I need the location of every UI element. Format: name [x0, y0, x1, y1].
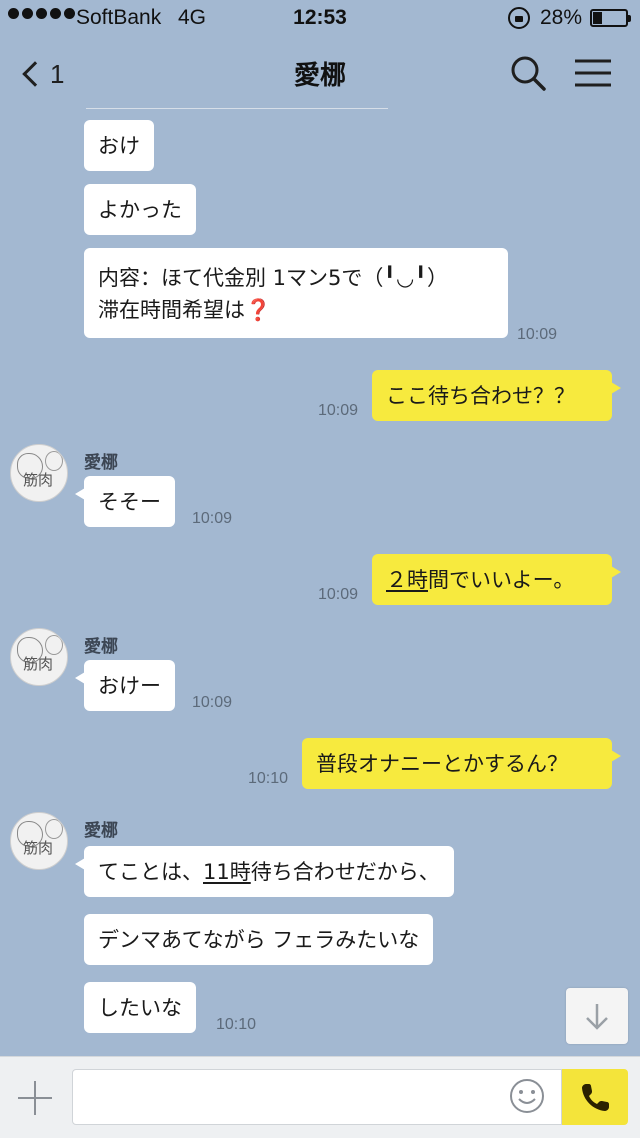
- scroll-down-arrow-icon: [586, 1004, 608, 1030]
- status-bar: SoftBank 4G 12:53 28%: [0, 0, 640, 36]
- my-message-bubble[interactable]: ２時間でいいよー。: [372, 554, 621, 605]
- chat-header: 1 愛梛: [0, 36, 640, 110]
- message-text: ここ待ち合わせ？？: [386, 384, 575, 408]
- phone-icon: [582, 1084, 609, 1111]
- message-time: 10:10: [216, 1016, 257, 1033]
- message-text: 滞在時間希望は❓: [98, 294, 494, 326]
- avatar-face-icon: [45, 635, 63, 655]
- underlined-text[interactable]: 11時: [203, 860, 251, 884]
- message-bubble[interactable]: デンマあてながら フェラみたいな: [84, 914, 434, 965]
- message-text-part: てことは、: [98, 860, 203, 884]
- message-bubble[interactable]: てことは、11時待ち合わせだから、: [75, 846, 454, 897]
- message-text: 内容：ほて代金別 1マン5で（╹◡╹）: [98, 266, 449, 290]
- message-text: おけー: [98, 674, 161, 698]
- message-text: よかった: [98, 198, 182, 222]
- message-time: 10:09: [192, 510, 233, 527]
- avatar[interactable]: 筋肉: [10, 444, 68, 502]
- battery-percent: 28%: [540, 6, 583, 29]
- avatar[interactable]: 筋肉: [10, 812, 68, 870]
- avatar-label: 筋肉: [23, 471, 54, 489]
- scroll-to-bottom-button[interactable]: [566, 988, 628, 1044]
- menu-icon: [575, 59, 611, 87]
- message-time: 10:09: [318, 402, 359, 419]
- message-text: そそー: [98, 490, 161, 514]
- sender-name: 愛梛: [84, 821, 118, 841]
- message-bubble[interactable]: したいな: [84, 982, 196, 1033]
- sender-name: 愛梛: [84, 637, 118, 657]
- search-button[interactable]: [508, 53, 548, 93]
- question-mark-emoji-icon: ❓: [245, 298, 272, 322]
- avatar-face-icon: [45, 451, 63, 471]
- message-text: おけ: [98, 134, 140, 158]
- avatar-face-icon: [45, 819, 63, 839]
- message-time: 10:10: [248, 770, 289, 787]
- sender-name: 愛梛: [84, 453, 118, 473]
- message-text: したいな: [98, 996, 182, 1020]
- search-icon: [511, 56, 546, 91]
- message-input-bar: [0, 1056, 640, 1138]
- message-text: 普段オナニーとかするん？: [316, 752, 568, 776]
- underlined-text[interactable]: ２時: [386, 568, 428, 592]
- chat-area[interactable]: おけ よかった 内容：ほて代金別 1マン5で（╹◡╹） 滞在時間希望は❓ 10:…: [0, 110, 640, 1054]
- message-time: 10:09: [318, 586, 359, 603]
- message-text-part: 待ち合わせだから、: [250, 860, 440, 884]
- emoji-button[interactable]: [508, 1077, 546, 1115]
- message-bubble[interactable]: おけー: [75, 660, 175, 711]
- plus-icon[interactable]: [16, 1079, 54, 1117]
- message-time: 10:09: [517, 326, 558, 343]
- message-text: てことは、11時待ち合わせだから、: [98, 859, 440, 885]
- emoji-icon: [510, 1079, 544, 1113]
- message-text: ２時間でいいよー。: [386, 567, 598, 593]
- message-text-part: 滞在時間希望は: [98, 298, 245, 322]
- message-bubble[interactable]: おけ: [84, 120, 154, 171]
- my-message-bubble[interactable]: ここ待ち合わせ？？: [372, 370, 621, 421]
- menu-button[interactable]: [572, 53, 614, 93]
- avatar-label: 筋肉: [23, 655, 54, 673]
- message-time: 10:09: [192, 694, 233, 711]
- header-divider: [86, 108, 388, 109]
- message-text-part: 間でいいよー。: [428, 568, 575, 592]
- battery-icon: [590, 9, 631, 27]
- avatar-label: 筋肉: [23, 839, 54, 857]
- lock-rotation-icon: [508, 7, 530, 29]
- avatar[interactable]: 筋肉: [10, 628, 68, 686]
- message-input[interactable]: [72, 1069, 562, 1125]
- message-bubble[interactable]: よかった: [84, 184, 196, 235]
- call-button[interactable]: [562, 1069, 628, 1125]
- message-bubble[interactable]: 内容：ほて代金別 1マン5で（╹◡╹） 滞在時間希望は❓: [84, 248, 508, 338]
- my-message-bubble[interactable]: 普段オナニーとかするん？: [302, 738, 621, 789]
- message-bubble[interactable]: そそー: [75, 476, 175, 527]
- message-text: デンマあてながら フェラみたいな: [98, 928, 420, 952]
